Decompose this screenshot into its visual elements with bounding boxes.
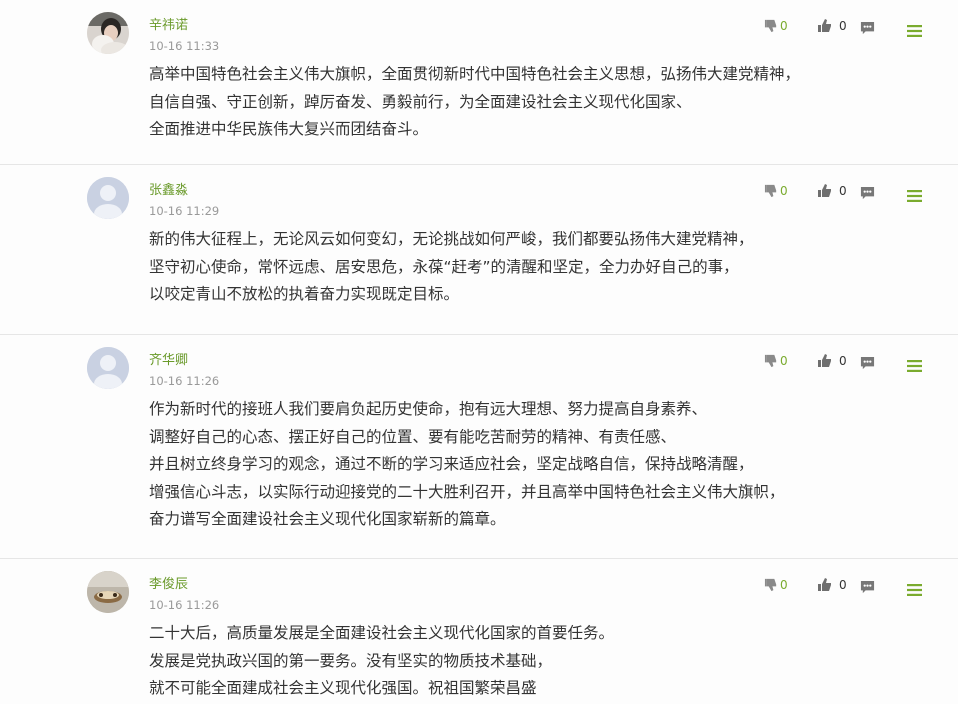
like-count: 0 [839, 184, 847, 198]
user-avatar[interactable] [87, 571, 129, 613]
dislike-count: 0 [780, 353, 788, 368]
thumbs-up-icon [818, 578, 831, 591]
default-user-avatar [87, 347, 129, 389]
like-button[interactable]: 0 [817, 183, 847, 199]
thumbs-up-icon [818, 184, 831, 197]
content-line: 新的伟大征程上，无论风云如何变幻，无论挑战如何严峻，我们都要弘扬伟大建党精神， [149, 230, 754, 248]
content-line: 高举中国特色社会主义伟大旗帜，全面贯彻新时代中国特色社会主义思想，弘扬伟大建党精… [149, 65, 801, 83]
like-count: 0 [839, 19, 847, 33]
reply-button[interactable] [860, 21, 875, 36]
menu-lines-icon [907, 584, 922, 596]
menu-lines-icon [907, 190, 922, 202]
thumbs-up-icon [818, 354, 831, 367]
content-line: 增强信心斗志，以实际行动迎接党的二十大胜利召开，并且高举中国特色社会主义伟大旗帜… [149, 482, 785, 501]
like-count: 0 [839, 354, 847, 368]
menu-lines-icon [907, 360, 922, 372]
menu-lines-icon [907, 25, 922, 37]
content-line: 自信自强、守正创新，踔厉奋发、勇毅前行，为全面建设社会主义现代化国家、 [149, 92, 692, 111]
comment-bubble-icon [860, 186, 875, 200]
more-menu-button[interactable] [907, 360, 922, 372]
dislike-button[interactable]: 0 [764, 18, 788, 33]
reply-button[interactable] [860, 186, 875, 201]
comment-item: 辛祎诺 10-16 11:33 0 0 高举中国特色社会主义伟大旗帜，全面贯彻新… [0, 0, 958, 165]
user-avatar[interactable] [87, 177, 129, 219]
comment-time: 10-16 11:29 [149, 204, 220, 218]
content-line: 奋力谱写全面建设社会主义现代化国家崭新的篇章。 [149, 510, 506, 528]
comment-content: 二十大后，高质量发展是全面建设社会主义现代化国家的首要任务。 发展是党执政兴国的… [149, 620, 929, 703]
comment-actions: 0 0 [764, 18, 924, 40]
comment-actions: 0 0 [764, 353, 924, 375]
thumbs-down-icon [764, 184, 777, 198]
comment-actions: 0 0 [764, 577, 924, 599]
comment-item: 齐华卿 10-16 11:26 0 0 作为新时代的接班人我们要肩负起历史使命，… [0, 335, 958, 559]
comment-item: 张鑫淼 10-16 11:29 0 0 新的伟大征程上，无论风云如何变幻，无论挑… [0, 165, 958, 335]
user-avatar[interactable] [87, 347, 129, 389]
comment-item: 李俊辰 10-16 11:26 0 0 二十大后，高质量发展是全面建设社会主义现… [0, 559, 958, 704]
more-menu-button[interactable] [907, 584, 922, 596]
dislike-count: 0 [780, 183, 788, 198]
dislike-count: 0 [780, 577, 788, 592]
dislike-button[interactable]: 0 [764, 353, 788, 368]
comment-time: 10-16 11:26 [149, 598, 220, 612]
content-line: 全面推进中华民族伟大复兴而团结奋斗。 [149, 120, 429, 138]
username[interactable]: 李俊辰 [149, 577, 188, 593]
content-line: 调整好自己的心态、摆正好自己的位置、要有能吃苦耐劳的精神、有责任感、 [149, 427, 677, 446]
dislike-count: 0 [780, 18, 788, 33]
content-line: 并且树立终身学习的观念，通过不断的学习来适应社会，坚定战略自信，保持战略清醒， [149, 455, 754, 473]
default-user-avatar [87, 177, 129, 219]
username[interactable]: 齐华卿 [149, 353, 188, 369]
reply-button[interactable] [860, 356, 875, 371]
comment-bubble-icon [860, 21, 875, 35]
comment-content: 新的伟大征程上，无论风云如何变幻，无论挑战如何严峻，我们都要弘扬伟大建党精神， … [149, 226, 929, 309]
thumbs-down-icon [764, 354, 777, 368]
comment-list: 辛祎诺 10-16 11:33 0 0 高举中国特色社会主义伟大旗帜，全面贯彻新… [0, 0, 958, 704]
thumbs-up-icon [818, 19, 831, 32]
content-line: 坚守初心使命，常怀远虑、居安思危，永葆“赶考”的清醒和坚定，全力办好自己的事， [149, 257, 739, 276]
comment-time: 10-16 11:33 [149, 39, 220, 53]
username[interactable]: 辛祎诺 [149, 18, 188, 34]
content-line: 发展是党执政兴国的第一要务。没有坚实的物质技术基础， [149, 651, 553, 670]
thumbs-down-icon [764, 578, 777, 592]
comment-content: 作为新时代的接班人我们要肩负起历史使命，抱有远大理想、努力提高自身素养、 调整好… [149, 396, 929, 534]
like-button[interactable]: 0 [817, 18, 847, 34]
comment-time: 10-16 11:26 [149, 374, 220, 388]
content-line: 作为新时代的接班人我们要肩负起历史使命，抱有远大理想、努力提高自身素养、 [149, 400, 708, 418]
like-button[interactable]: 0 [817, 353, 847, 369]
dislike-button[interactable]: 0 [764, 183, 788, 198]
comment-bubble-icon [860, 580, 875, 594]
content-line: 以咬定青山不放松的执着奋力实现既定目标。 [149, 285, 460, 303]
comment-content: 高举中国特色社会主义伟大旗帜，全面贯彻新时代中国特色社会主义思想，弘扬伟大建党精… [149, 61, 929, 144]
username[interactable]: 张鑫淼 [149, 183, 188, 199]
like-button[interactable]: 0 [817, 577, 847, 593]
reply-button[interactable] [860, 580, 875, 595]
more-menu-button[interactable] [907, 25, 922, 37]
comment-actions: 0 0 [764, 183, 924, 205]
dislike-button[interactable]: 0 [764, 577, 788, 592]
more-menu-button[interactable] [907, 190, 922, 202]
comment-bubble-icon [860, 356, 875, 370]
like-count: 0 [839, 578, 847, 592]
content-line: 二十大后，高质量发展是全面建设社会主义现代化国家的首要任务。 [149, 624, 615, 642]
content-line: 就不可能全面建成社会主义现代化强国。祝祖国繁荣昌盛 [149, 679, 537, 697]
user-avatar[interactable] [87, 12, 129, 54]
thumbs-down-icon [764, 19, 777, 33]
